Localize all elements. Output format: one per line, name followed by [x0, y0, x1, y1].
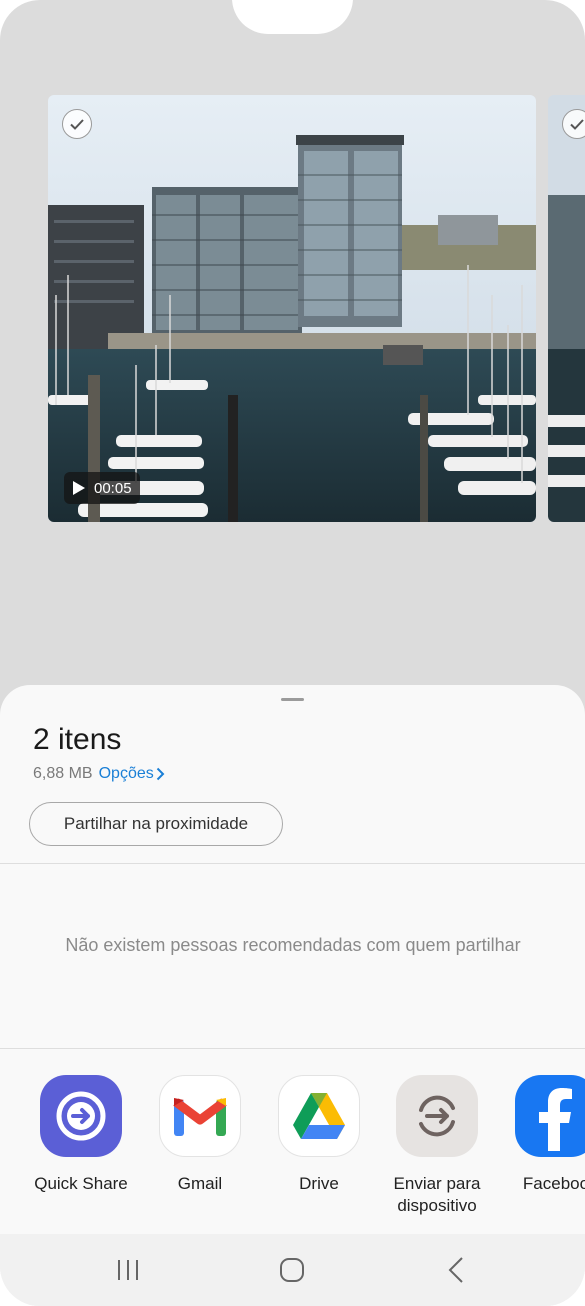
drive-icon — [278, 1075, 360, 1157]
play-icon — [73, 481, 85, 495]
select-checkbox[interactable] — [62, 109, 92, 139]
nearby-share-button[interactable]: Partilhar na proximidade — [29, 802, 283, 846]
options-link[interactable]: Opções — [99, 765, 165, 783]
app-label: Drive — [299, 1174, 339, 1193]
recent-apps-icon — [118, 1260, 138, 1280]
app-quick-share[interactable]: Quick Share — [22, 1075, 140, 1195]
app-label: Faceboo — [522, 1174, 585, 1193]
quick-share-icon — [40, 1075, 122, 1157]
send-to-device-icon — [396, 1075, 478, 1157]
video-duration-badge: 00:05 — [64, 472, 140, 504]
home-button[interactable] — [252, 1234, 332, 1306]
facebook-icon — [515, 1075, 585, 1157]
app-list: Quick Share Gmail Drive Enviar para disp… — [0, 1075, 585, 1235]
app-label: Enviar para dispositivo — [393, 1174, 481, 1215]
check-icon — [70, 118, 84, 130]
home-icon — [280, 1258, 304, 1282]
sheet-title: 2 itens — [33, 723, 122, 756]
app-facebook[interactable]: Faceboo — [497, 1075, 585, 1195]
sheet-drag-handle[interactable] — [281, 698, 304, 701]
select-checkbox-2[interactable] — [562, 109, 585, 139]
app-drive[interactable]: Drive — [260, 1075, 378, 1195]
harbour-photo-2 — [548, 95, 585, 522]
no-recommendations-message: Não existem pessoas recomendadas com que… — [65, 935, 521, 955]
app-label: Quick Share — [34, 1174, 128, 1193]
app-gmail[interactable]: Gmail — [141, 1075, 259, 1195]
app-label: Gmail — [177, 1174, 223, 1193]
check-icon — [570, 118, 584, 130]
gmail-icon — [159, 1075, 241, 1157]
next-media-card[interactable] — [548, 95, 585, 522]
video-preview-card[interactable]: 00:05 — [48, 95, 536, 522]
duration-text: 00:05 — [94, 479, 132, 497]
divider — [0, 1048, 585, 1049]
options-label: Opções — [98, 765, 154, 782]
total-size: 6,88 MB — [33, 765, 93, 782]
camera-notch — [232, 0, 353, 34]
share-screen: 00:05 2 itens 6,88 MB Opções Partilhar n… — [0, 0, 585, 1306]
back-button[interactable] — [416, 1234, 496, 1306]
harbour-photo — [48, 95, 536, 522]
app-send-to-device[interactable]: Enviar para dispositivo — [378, 1075, 496, 1217]
chevron-right-icon — [156, 767, 165, 781]
recent-apps-button[interactable] — [88, 1234, 168, 1306]
back-icon — [448, 1257, 463, 1283]
size-row: 6,88 MB Opções — [33, 765, 165, 783]
divider — [0, 863, 585, 864]
share-sheet: 2 itens 6,88 MB Opções Partilhar na prox… — [0, 685, 585, 1306]
system-navigation-bar — [0, 1234, 585, 1306]
